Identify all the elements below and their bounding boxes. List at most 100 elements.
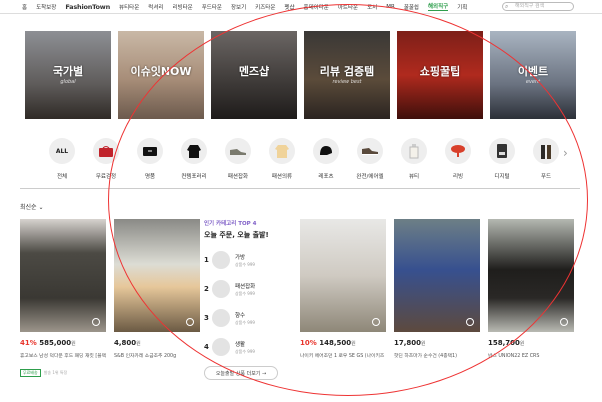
category-contemporary[interactable]: 컨템포러리	[172, 138, 216, 180]
heart-icon[interactable]	[372, 318, 380, 326]
more-button[interactable]: 오늘출발 상품 더보기 →	[204, 366, 278, 380]
category-food[interactable]: 푸드	[524, 138, 568, 180]
top4-title: 인기 카테고리 TOP 4	[204, 221, 257, 227]
chevron-right-icon[interactable]: ›	[563, 146, 568, 160]
nav-item-mr[interactable]: MR	[386, 4, 395, 10]
product-card[interactable]: 41% 585,000원 휴고보스 남성 덕다운 후드 패딩 재킷 [블랙] 무…	[20, 219, 106, 378]
product-card[interactable]: 10% 148,500원 나이키 에어조던 1 로우 SE GS (나이키즈 블…	[300, 219, 386, 359]
banner-title: 리뷰 검증템	[319, 65, 375, 78]
category-clothing[interactable]: 패션의류	[260, 138, 304, 180]
category-label: 무료검정	[95, 174, 117, 180]
rank-count: 상품수 999	[235, 319, 255, 325]
category-label: 완전/에어엘	[356, 174, 384, 180]
category-beauty[interactable]: 뷰티	[392, 138, 436, 180]
nav-item-grocery[interactable]: 장보기	[231, 3, 246, 11]
banner-title: 멘즈샵	[238, 65, 270, 78]
banner-mens-shop[interactable]: 멘즈샵	[211, 31, 297, 119]
search-input[interactable]: ⌕ 해외직구 검색	[502, 2, 574, 11]
category-free[interactable]: 무료검정	[84, 138, 128, 180]
banner-title: 이슈잇NOW	[130, 65, 192, 78]
category-label: 전체	[56, 174, 68, 180]
product-image	[114, 219, 200, 332]
category-row: ALL 전체 무료검정 명품 컨템포러리 패션잡화 패션의류 레포츠 완전/에어…	[40, 138, 568, 180]
category-shoes[interactable]: 완전/에어엘	[348, 138, 392, 180]
all-icon: ALL	[49, 138, 75, 164]
product-card[interactable]: 4,800원 S&B 인자카레 소금조추 200g	[114, 219, 200, 359]
banner-title: 쇼핑꿀팁	[419, 65, 461, 78]
sort-select[interactable]: 최신순 ⌄	[20, 202, 44, 211]
banner-event[interactable]: 이벤트 event	[490, 31, 576, 119]
product-card[interactable]: 17,800원 핫딘 하츠마가 순수건 (4종택1)	[394, 219, 480, 359]
nav-item-deal[interactable]: 꿀꿀쉽	[404, 3, 419, 11]
product-extra: 발송 1위 특정	[43, 370, 68, 375]
product-price: 10% 148,500원	[300, 339, 356, 347]
rank-item[interactable]: 4 생활 상품수 999	[204, 338, 296, 356]
heart-icon[interactable]	[560, 318, 568, 326]
product-desc: 휴고보스 남성 덕다운 후드 패딩 재킷 [블랙]	[20, 354, 106, 359]
rank-count: 상품수 999	[235, 290, 255, 296]
heart-icon[interactable]	[186, 318, 194, 326]
category-label: 리빙	[452, 174, 464, 180]
category-luxury[interactable]: 명품	[128, 138, 172, 180]
product-desc: S&B 인자카레 소금조추 200g	[114, 354, 177, 359]
shoe-icon	[357, 138, 383, 164]
nav-item-kids[interactable]: 키즈타운	[255, 3, 275, 11]
chevron-down-icon: ⌄	[38, 204, 44, 211]
product-desc: 반스 UNION22 EZ CRS	[488, 354, 540, 359]
category-label: 패션잡화	[227, 174, 249, 180]
nav-item-home[interactable]: 홈	[22, 3, 27, 11]
category-label: 푸드	[540, 174, 552, 180]
rank-count: 상품수 999	[235, 348, 255, 354]
banner-subtitle: review best	[332, 79, 362, 85]
nav-item-art[interactable]: 아트타운	[338, 3, 358, 11]
nav-item-living[interactable]: 리빙타운	[172, 3, 192, 11]
nav-item-overseas[interactable]: 해외직구	[428, 2, 449, 11]
banner-review[interactable]: 리뷰 검증템 review best	[304, 31, 390, 119]
banner-issue-now[interactable]: 이슈잇NOW	[118, 31, 204, 119]
nav-item-pet[interactable]: 펫샵	[284, 3, 294, 11]
category-digital[interactable]: 디지털	[480, 138, 524, 180]
product-image	[394, 219, 480, 332]
product-card[interactable]: 158,700원 반스 UNION22 EZ CRS	[488, 219, 574, 359]
banner-shopping-tips[interactable]: 쇼핑꿀팁	[397, 31, 483, 119]
category-sports[interactable]: 레포츠	[304, 138, 348, 180]
product-price: 158,700원	[488, 339, 525, 347]
sneaker-icon	[225, 138, 251, 164]
heart-icon[interactable]	[466, 318, 474, 326]
nav-item-books[interactable]: 도서	[367, 3, 377, 11]
rank-name: 생활	[235, 341, 246, 348]
nav-item-fashiontown[interactable]: FashionTown	[65, 3, 110, 11]
rank-number: 1	[204, 256, 209, 264]
banner-subtitle: global	[60, 79, 76, 85]
perfume-icon	[401, 138, 427, 164]
banner-subtitle: event	[525, 79, 541, 85]
black-bag-icon	[137, 138, 163, 164]
free-shipping-badge: 무료배송	[20, 369, 41, 377]
nav-item-beauty[interactable]: 뷰티타운	[119, 3, 139, 11]
category-label: 디지털	[494, 174, 510, 180]
category-accessories[interactable]: 패션잡화	[216, 138, 260, 180]
category-label: 컨템포러리	[181, 174, 207, 180]
nav-item-luxury[interactable]: 럭셔리	[148, 3, 163, 11]
nav-item-food[interactable]: 푸드타운	[202, 3, 222, 11]
category-label: 레포츠	[318, 174, 334, 180]
banner-global[interactable]: 국가별 global	[25, 31, 111, 119]
top4-panel: 인기 카테고리 TOP 4 오늘 주문, 오늘 출발! 1 가방 상품수 999 …	[204, 219, 296, 380]
top4-headline: 오늘 주문, 오늘 출발!	[204, 231, 269, 239]
nav-item-home-deco[interactable]: 홈데이타운	[304, 3, 329, 11]
rank-thumbnail	[212, 280, 230, 298]
category-all[interactable]: ALL 전체	[40, 138, 84, 180]
nav-item-plan[interactable]: 기획	[457, 3, 467, 11]
rank-item[interactable]: 1 가방 상품수 999	[204, 251, 296, 269]
divider	[20, 188, 580, 189]
rank-number: 2	[204, 285, 209, 293]
rank-item[interactable]: 2 패션잡화 상품수 999	[204, 280, 296, 298]
rank-item[interactable]: 3 향수 상품수 999	[204, 309, 296, 327]
rank-count: 상품수 999	[235, 261, 255, 267]
product-price: 41% 585,000원	[20, 339, 76, 347]
heart-icon[interactable]	[92, 318, 100, 326]
product-image	[300, 219, 386, 332]
category-living[interactable]: 리빙	[436, 138, 480, 180]
nav-item-delivery[interactable]: 도착보장	[36, 3, 56, 11]
rank-name: 패션잡화	[235, 283, 256, 290]
